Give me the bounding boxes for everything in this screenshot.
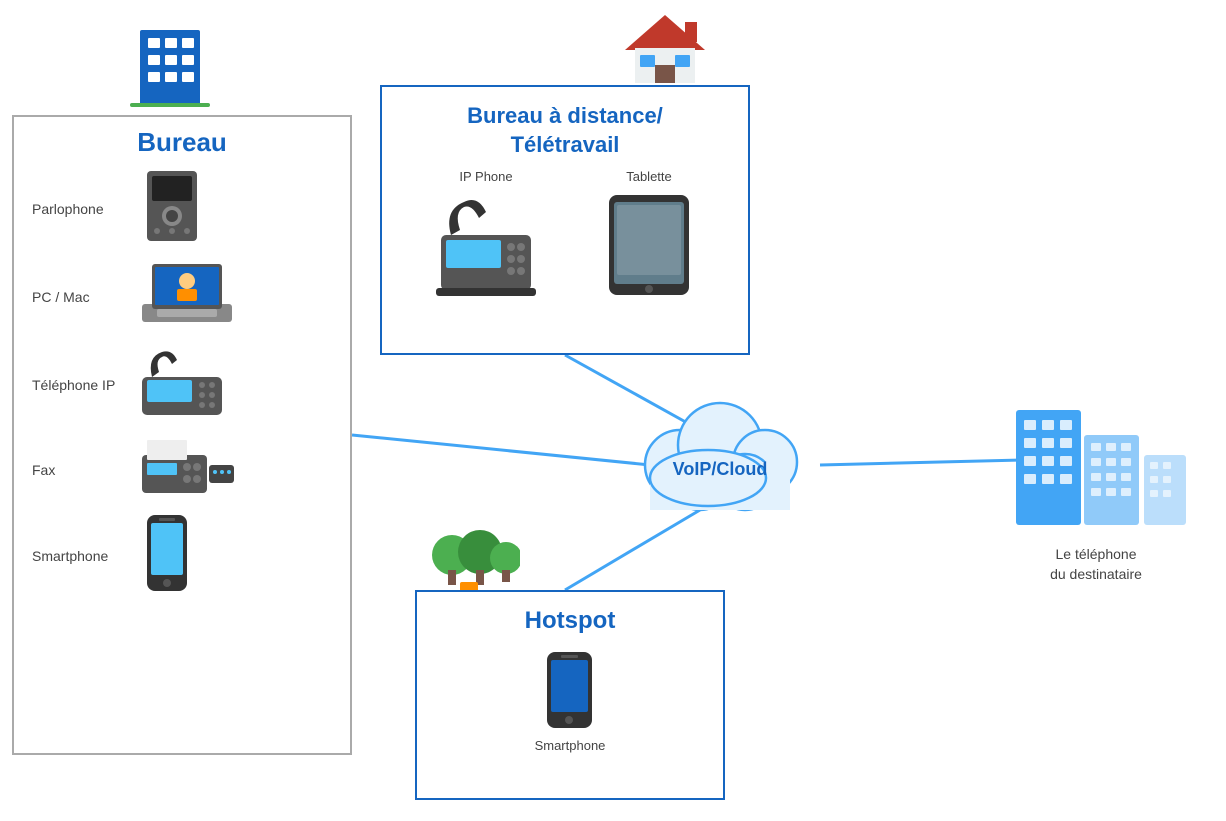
voip-cloud: VoIP/Cloud bbox=[620, 390, 820, 525]
remote-item-ipphone: IP Phone bbox=[436, 169, 536, 300]
remote-title: Bureau à distance/Télétravail bbox=[382, 102, 748, 159]
fax-icon bbox=[137, 435, 237, 505]
parlophone-label: Parlophone bbox=[32, 201, 127, 217]
bureau-item-parlophone: Parlophone bbox=[32, 166, 332, 251]
smartphone-icon bbox=[137, 513, 197, 598]
recipient-buildings-icon bbox=[996, 380, 1196, 530]
hotspot-smartphone-icon bbox=[542, 650, 597, 730]
smartphone-label: Smartphone bbox=[32, 548, 127, 564]
tablette-label: Tablette bbox=[626, 169, 672, 184]
pc-icon bbox=[137, 259, 237, 334]
bureau-title: Bureau bbox=[14, 127, 350, 158]
hotspot-items: Smartphone bbox=[417, 650, 723, 753]
remote-office-box: Bureau à distance/Télétravail IP Phone bbox=[380, 85, 750, 355]
hotspot-title: Hotspot bbox=[417, 607, 723, 635]
recipient-label: Le téléphonedu destinataire bbox=[996, 545, 1196, 584]
ipphone-label: IP Phone bbox=[459, 169, 512, 184]
bureau-item-pc: PC / Mac bbox=[32, 259, 332, 334]
remote-item-tablette: Tablette bbox=[604, 169, 694, 300]
recipient-area: Le téléphonedu destinataire bbox=[996, 380, 1196, 584]
remote-items: IP Phone Tablette bbox=[382, 169, 748, 300]
house-icon bbox=[620, 10, 710, 95]
telephone-ip-label: Téléphone IP bbox=[32, 377, 127, 393]
pc-label: PC / Mac bbox=[32, 289, 127, 305]
parlophone-icon bbox=[137, 166, 207, 251]
hotspot-item-smartphone: Smartphone bbox=[535, 650, 606, 753]
bureau-item-fax: Fax bbox=[32, 435, 332, 505]
hotspot-box: Hotspot Smartphone bbox=[415, 590, 725, 800]
ipphone-icon bbox=[436, 190, 536, 300]
bureau-item-smartphone: Smartphone bbox=[32, 513, 332, 598]
fax-label: Fax bbox=[32, 462, 127, 478]
hotspot-smartphone-label: Smartphone bbox=[535, 738, 606, 753]
bureau-box: Bureau Parlophone PC / Mac bbox=[12, 115, 352, 755]
building-bureau-icon bbox=[120, 10, 220, 115]
tablette-icon bbox=[604, 190, 694, 300]
bureau-item-telephone-ip: Téléphone IP bbox=[32, 342, 332, 427]
telephone-ip-icon bbox=[137, 342, 227, 427]
svg-text:VoIP/Cloud: VoIP/Cloud bbox=[673, 459, 768, 479]
